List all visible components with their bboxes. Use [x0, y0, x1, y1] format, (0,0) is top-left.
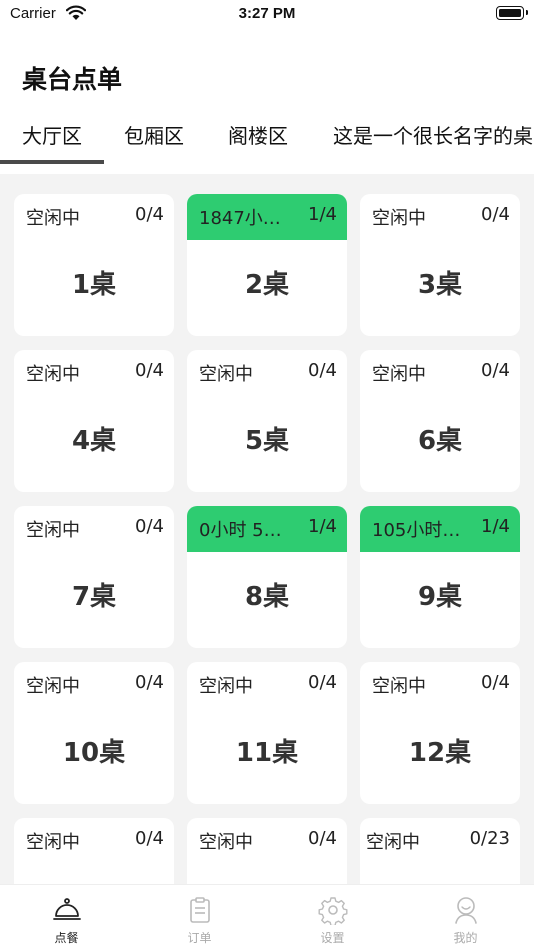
- table-name: 2桌: [244, 270, 290, 300]
- table-occupancy: 0/4: [135, 516, 164, 537]
- card-header: 空闲中 0/4: [360, 350, 520, 396]
- battery-icon: [496, 6, 528, 20]
- table-card[interactable]: 空闲中 0/4 11桌: [187, 662, 347, 804]
- status-bar: Carrier 3:27 PM: [0, 0, 534, 28]
- card-header: 空闲中 0/4: [14, 506, 174, 552]
- card-header: 空闲中 0/4: [360, 194, 520, 240]
- table-status: 105小时…: [372, 520, 461, 541]
- table-occupancy: 0/4: [481, 360, 510, 381]
- tab-label: 点餐: [54, 931, 79, 945]
- clipboard-icon: [189, 897, 210, 923]
- table-occupancy: 0/4: [308, 828, 337, 849]
- tab-order-food[interactable]: 点餐: [0, 885, 133, 950]
- table-name: 4桌: [71, 426, 117, 456]
- table-occupancy: 0/4: [481, 204, 510, 225]
- table-card[interactable]: 空闲中 0/4 6桌: [360, 350, 520, 492]
- card-header: 空闲中 0/23: [360, 818, 520, 864]
- table-name: 3桌: [417, 270, 463, 300]
- tab-settings[interactable]: 设置: [266, 885, 399, 950]
- table-occupancy: 1/4: [481, 516, 510, 537]
- table-status: 空闲中: [199, 676, 253, 697]
- table-occupancy: 0/4: [481, 672, 510, 693]
- table-name: 10桌: [62, 738, 126, 768]
- tab-label: 订单: [187, 931, 212, 945]
- table-status: 空闲中: [26, 676, 80, 697]
- table-occupancy: 0/4: [308, 360, 337, 381]
- table-card[interactable]: 空闲中 0/4: [14, 818, 174, 884]
- tab-label: 我的: [453, 931, 478, 945]
- table-card[interactable]: 空闲中 0/4 5桌: [187, 350, 347, 492]
- table-occupancy: 0/4: [135, 360, 164, 381]
- card-header: 空闲中 0/4: [360, 662, 520, 708]
- table-card[interactable]: 0小时 5… 1/4 8桌: [187, 506, 347, 648]
- table-status: 空闲中: [26, 520, 80, 541]
- table-name: 9桌: [417, 582, 463, 612]
- tab-profile[interactable]: 我的: [399, 885, 532, 950]
- table-card[interactable]: 空闲中 0/23: [360, 818, 520, 884]
- card-header: 空闲中 0/4: [14, 662, 174, 708]
- tab-orders[interactable]: 订单: [133, 885, 266, 950]
- table-name: 11桌: [235, 738, 299, 768]
- table-name: 6桌: [417, 426, 463, 456]
- table-grid: 空闲中 0/4 1桌 1847小… 1/4 2桌 空闲中 0/4 3桌 空闲中 …: [0, 174, 534, 884]
- card-header: 空闲中 0/4: [187, 818, 347, 864]
- table-status: 空闲中: [26, 208, 80, 229]
- table-card[interactable]: 1847小… 1/4 2桌: [187, 194, 347, 336]
- table-status: 空闲中: [372, 676, 426, 697]
- tab-private-room[interactable]: 包厢区: [124, 116, 184, 160]
- table-status: 空闲中: [26, 364, 80, 385]
- tab-label: 设置: [320, 931, 345, 945]
- card-header: 空闲中 0/4: [14, 350, 174, 396]
- tab-attic[interactable]: 阁楼区: [228, 116, 288, 160]
- table-card[interactable]: 空闲中 0/4 4桌: [14, 350, 174, 492]
- table-occupancy: 0/4: [308, 672, 337, 693]
- table-status: 空闲中: [372, 208, 426, 229]
- table-occupancy: 0/4: [135, 828, 164, 849]
- table-status: 空闲中: [366, 832, 420, 853]
- table-occupancy: 1/4: [308, 516, 337, 537]
- table-name: 8桌: [244, 582, 290, 612]
- table-card[interactable]: 105小时… 1/4 9桌: [360, 506, 520, 648]
- page-title: 桌台点单: [22, 65, 123, 94]
- card-header: 105小时… 1/4: [360, 506, 520, 552]
- table-status: 空闲中: [372, 364, 426, 385]
- area-tabs: 大厅区 包厢区 阁楼区 这是一个很长名字的桌: [0, 116, 534, 164]
- table-status: 0小时 5…: [199, 520, 282, 541]
- table-occupancy: 0/4: [135, 672, 164, 693]
- tab-long-name[interactable]: 这是一个很长名字的桌: [333, 116, 533, 160]
- table-occupancy: 1/4: [308, 204, 337, 225]
- table-status: 1847小…: [199, 208, 281, 229]
- table-occupancy: 0/4: [135, 204, 164, 225]
- clock: 3:27 PM: [238, 5, 296, 22]
- table-card[interactable]: 空闲中 0/4 7桌: [14, 506, 174, 648]
- table-name: 1桌: [71, 270, 117, 300]
- card-header: 空闲中 0/4: [187, 662, 347, 708]
- table-status: 空闲中: [199, 364, 253, 385]
- card-header: 0小时 5… 1/4: [187, 506, 347, 552]
- user-icon: [454, 897, 477, 924]
- card-header: 空闲中 0/4: [14, 194, 174, 240]
- tab-indicator: [0, 160, 104, 164]
- cloche-icon: [52, 898, 81, 920]
- table-occupancy: 0/23: [469, 828, 510, 849]
- table-card[interactable]: 空闲中 0/4 12桌: [360, 662, 520, 804]
- table-status: 空闲中: [199, 832, 253, 853]
- table-name: 5桌: [244, 426, 290, 456]
- table-card[interactable]: 空闲中 0/4 10桌: [14, 662, 174, 804]
- table-status: 空闲中: [26, 832, 80, 853]
- card-header: 空闲中 0/4: [187, 350, 347, 396]
- table-card[interactable]: 空闲中 0/4: [187, 818, 347, 884]
- table-card[interactable]: 空闲中 0/4 1桌: [14, 194, 174, 336]
- table-card[interactable]: 空闲中 0/4 3桌: [360, 194, 520, 336]
- table-name: 7桌: [71, 582, 117, 612]
- card-header: 1847小… 1/4: [187, 194, 347, 240]
- table-name: 12桌: [408, 738, 472, 768]
- gear-icon: [318, 897, 347, 925]
- bottom-tab-bar: 点餐 订单 设置 我的: [0, 884, 534, 950]
- card-header: 空闲中 0/4: [14, 818, 174, 864]
- tab-hall[interactable]: 大厅区: [0, 116, 104, 160]
